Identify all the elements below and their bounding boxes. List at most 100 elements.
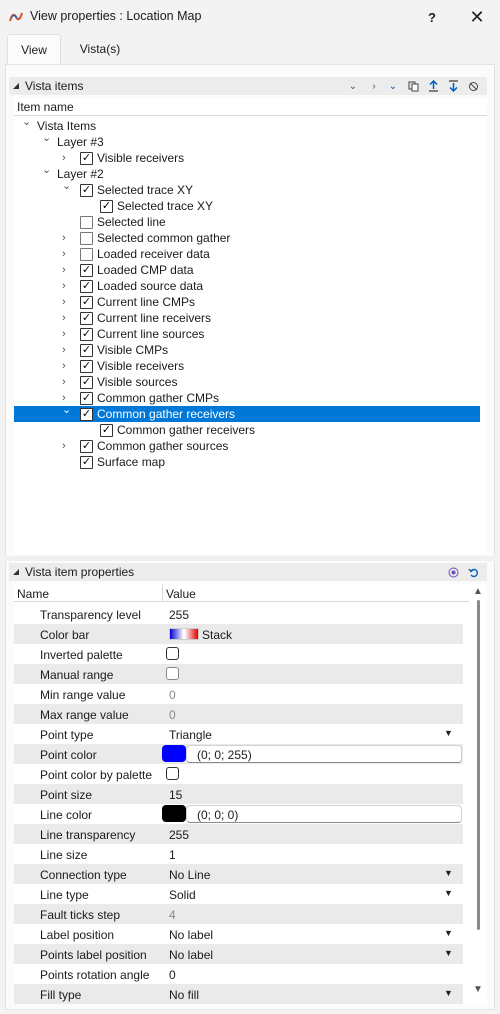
expand-chevron-right-icon[interactable]: › <box>62 328 72 340</box>
chevron-down-icon[interactable]: ⌄ <box>345 78 361 94</box>
property-row[interactable]: Line color (0; 0; 0) <box>14 804 463 824</box>
property-value[interactable]: 15 <box>169 788 182 802</box>
tree-item-checkbox[interactable] <box>80 248 93 261</box>
undo-icon[interactable] <box>465 564 481 580</box>
tree-item-checkbox[interactable]: ✓ <box>80 376 93 389</box>
expand-chevron-right-icon[interactable]: › <box>62 344 72 356</box>
tree-item[interactable]: › Selected common gather <box>14 230 480 246</box>
property-row[interactable]: Points rotation angle 0 <box>14 964 463 984</box>
expand-chevron-right-icon[interactable]: › <box>62 312 72 324</box>
tree-item[interactable]: › ✓ Current line receivers <box>14 310 480 326</box>
tree-item-checkbox[interactable]: ✓ <box>80 296 93 309</box>
tree-item[interactable]: › ✓ Current line CMPs <box>14 294 480 310</box>
property-value[interactable]: Triangle <box>169 728 212 742</box>
tree-item-checkbox[interactable]: ✓ <box>80 456 93 469</box>
color-swatch[interactable] <box>162 745 186 762</box>
property-row[interactable]: Line type Solid ▼ <box>14 884 463 904</box>
property-value[interactable]: No label <box>169 928 213 942</box>
collapse-triangle-icon[interactable] <box>13 569 19 575</box>
property-value[interactable]: 1 <box>169 848 176 862</box>
expand-chevron-right-icon[interactable]: › <box>62 296 72 308</box>
tree-item-checkbox[interactable]: ✓ <box>100 200 113 213</box>
tree-item-checkbox[interactable]: ✓ <box>80 344 93 357</box>
collapse-triangle-icon[interactable] <box>13 83 19 89</box>
tree-item-checkbox[interactable]: ✓ <box>80 312 93 325</box>
colorbar-swatch[interactable] <box>169 628 199 640</box>
property-value[interactable]: No label <box>169 948 213 962</box>
property-row[interactable]: Point color (0; 0; 255) <box>14 744 463 764</box>
tree-item[interactable]: › ✓ Common gather sources <box>14 438 480 454</box>
properties-scrollbar[interactable]: ▲ ▼ <box>469 584 487 1004</box>
tree-item-checkbox[interactable] <box>80 232 93 245</box>
tree-item[interactable]: ✓ Common gather receivers <box>14 422 480 438</box>
tree-item[interactable]: ⌄ Layer #3 <box>14 132 480 150</box>
tree-item[interactable]: › Loaded receiver data <box>14 246 480 262</box>
column-divider[interactable] <box>162 584 163 602</box>
check-down-icon[interactable]: ⌄ <box>385 78 401 94</box>
tree-item[interactable]: › ✓ Current line sources <box>14 326 480 342</box>
expand-chevron-down-icon[interactable]: ⌄ <box>62 180 72 192</box>
vista-items-header[interactable]: Vista items ⌄ › ⌄ <box>9 77 487 95</box>
tree-item[interactable]: › ✓ Visible CMPs <box>14 342 480 358</box>
expand-chevron-down-icon[interactable]: ⌄ <box>22 116 32 128</box>
scroll-up-arrow-icon[interactable]: ▲ <box>473 586 483 597</box>
panel-splitter[interactable] <box>5 556 495 561</box>
property-value[interactable]: 255 <box>169 608 189 622</box>
tree-item[interactable]: › ✓ Loaded source data <box>14 278 480 294</box>
property-row[interactable]: Line size 1 <box>14 844 463 864</box>
property-row[interactable]: Point type Triangle ▼ <box>14 724 463 744</box>
name-column-header[interactable]: Name <box>17 587 49 601</box>
color-swatch[interactable] <box>162 805 186 822</box>
expand-chevron-right-icon[interactable]: › <box>62 232 72 244</box>
value-column-header[interactable]: Value <box>166 587 196 601</box>
property-row[interactable]: Transparency level 255 <box>14 604 463 624</box>
property-row[interactable]: Connection type No Line ▼ <box>14 864 463 884</box>
tree-item-checkbox[interactable]: ✓ <box>80 392 93 405</box>
tree-item-checkbox[interactable]: ✓ <box>80 184 93 197</box>
property-row[interactable]: Point size 15 <box>14 784 463 804</box>
move-down-icon[interactable] <box>445 78 461 94</box>
tree-item[interactable]: ⌄ Layer #2 <box>14 164 480 182</box>
expand-chevron-down-icon[interactable]: ⌄ <box>62 404 72 416</box>
property-row[interactable]: Max range value 0 <box>14 704 463 724</box>
property-value[interactable]: 255 <box>169 828 189 842</box>
tree-item[interactable]: Selected line <box>14 214 480 230</box>
tab-view[interactable]: View <box>7 34 61 64</box>
tree-item-checkbox[interactable]: ✓ <box>80 408 93 421</box>
property-value[interactable]: No fill <box>169 988 199 1002</box>
tree-item-checkbox[interactable]: ✓ <box>80 328 93 341</box>
vista-items-tree[interactable]: Item name ⌄ Vista Items ⌄ Layer #3 › ✓ Visible… <box>14 98 487 554</box>
expand-chevron-right-icon[interactable]: › <box>62 264 72 276</box>
tree-item[interactable]: › ✓ Visible receivers <box>14 358 480 374</box>
property-row[interactable]: Line transparency 255 <box>14 824 463 844</box>
tree-item[interactable]: ⌄ Vista Items <box>14 116 480 134</box>
colorbar-name[interactable]: Stack <box>202 628 232 642</box>
dropdown-arrow-icon[interactable]: ▼ <box>444 948 453 958</box>
property-row[interactable]: Color bar Stack <box>14 624 463 644</box>
tab-vistas[interactable]: Vista(s) <box>68 34 132 64</box>
move-up-icon[interactable] <box>425 78 441 94</box>
tree-item[interactable]: ⌄ ✓ Common gather receivers <box>14 404 480 422</box>
tree-item[interactable]: ✓ Surface map <box>14 454 480 470</box>
expand-chevron-right-icon[interactable]: › <box>62 152 72 164</box>
expand-chevron-down-icon[interactable]: ⌄ <box>42 164 52 176</box>
close-button[interactable]: ✕ <box>457 4 497 30</box>
dropdown-arrow-icon[interactable]: ▼ <box>444 888 453 898</box>
help-button[interactable]: ? <box>412 4 452 30</box>
property-row[interactable]: Points label position No label ▼ <box>14 944 463 964</box>
property-row[interactable]: Fault ticks step 4 <box>14 904 463 924</box>
property-checkbox[interactable] <box>166 767 179 780</box>
tree-item[interactable]: › ✓ Visible sources <box>14 374 480 390</box>
expand-chevron-down-icon[interactable]: ⌄ <box>42 132 52 144</box>
property-row[interactable]: Point color by palette <box>14 764 463 784</box>
property-row[interactable]: Fill type No fill ▼ <box>14 984 463 1004</box>
tree-item[interactable]: ✓ Selected trace XY <box>14 198 480 214</box>
dropdown-arrow-icon[interactable]: ▼ <box>444 728 453 738</box>
property-value[interactable]: Solid <box>169 888 196 902</box>
property-row[interactable]: Min range value 0 <box>14 684 463 704</box>
property-row[interactable]: Manual range <box>14 664 463 684</box>
tree-item[interactable]: › ✓ Visible receivers <box>14 150 480 166</box>
scroll-down-arrow-icon[interactable]: ▼ <box>473 984 483 995</box>
tree-item[interactable]: › ✓ Loaded CMP data <box>14 262 480 278</box>
tree-item[interactable]: ⌄ ✓ Selected trace XY <box>14 180 480 198</box>
